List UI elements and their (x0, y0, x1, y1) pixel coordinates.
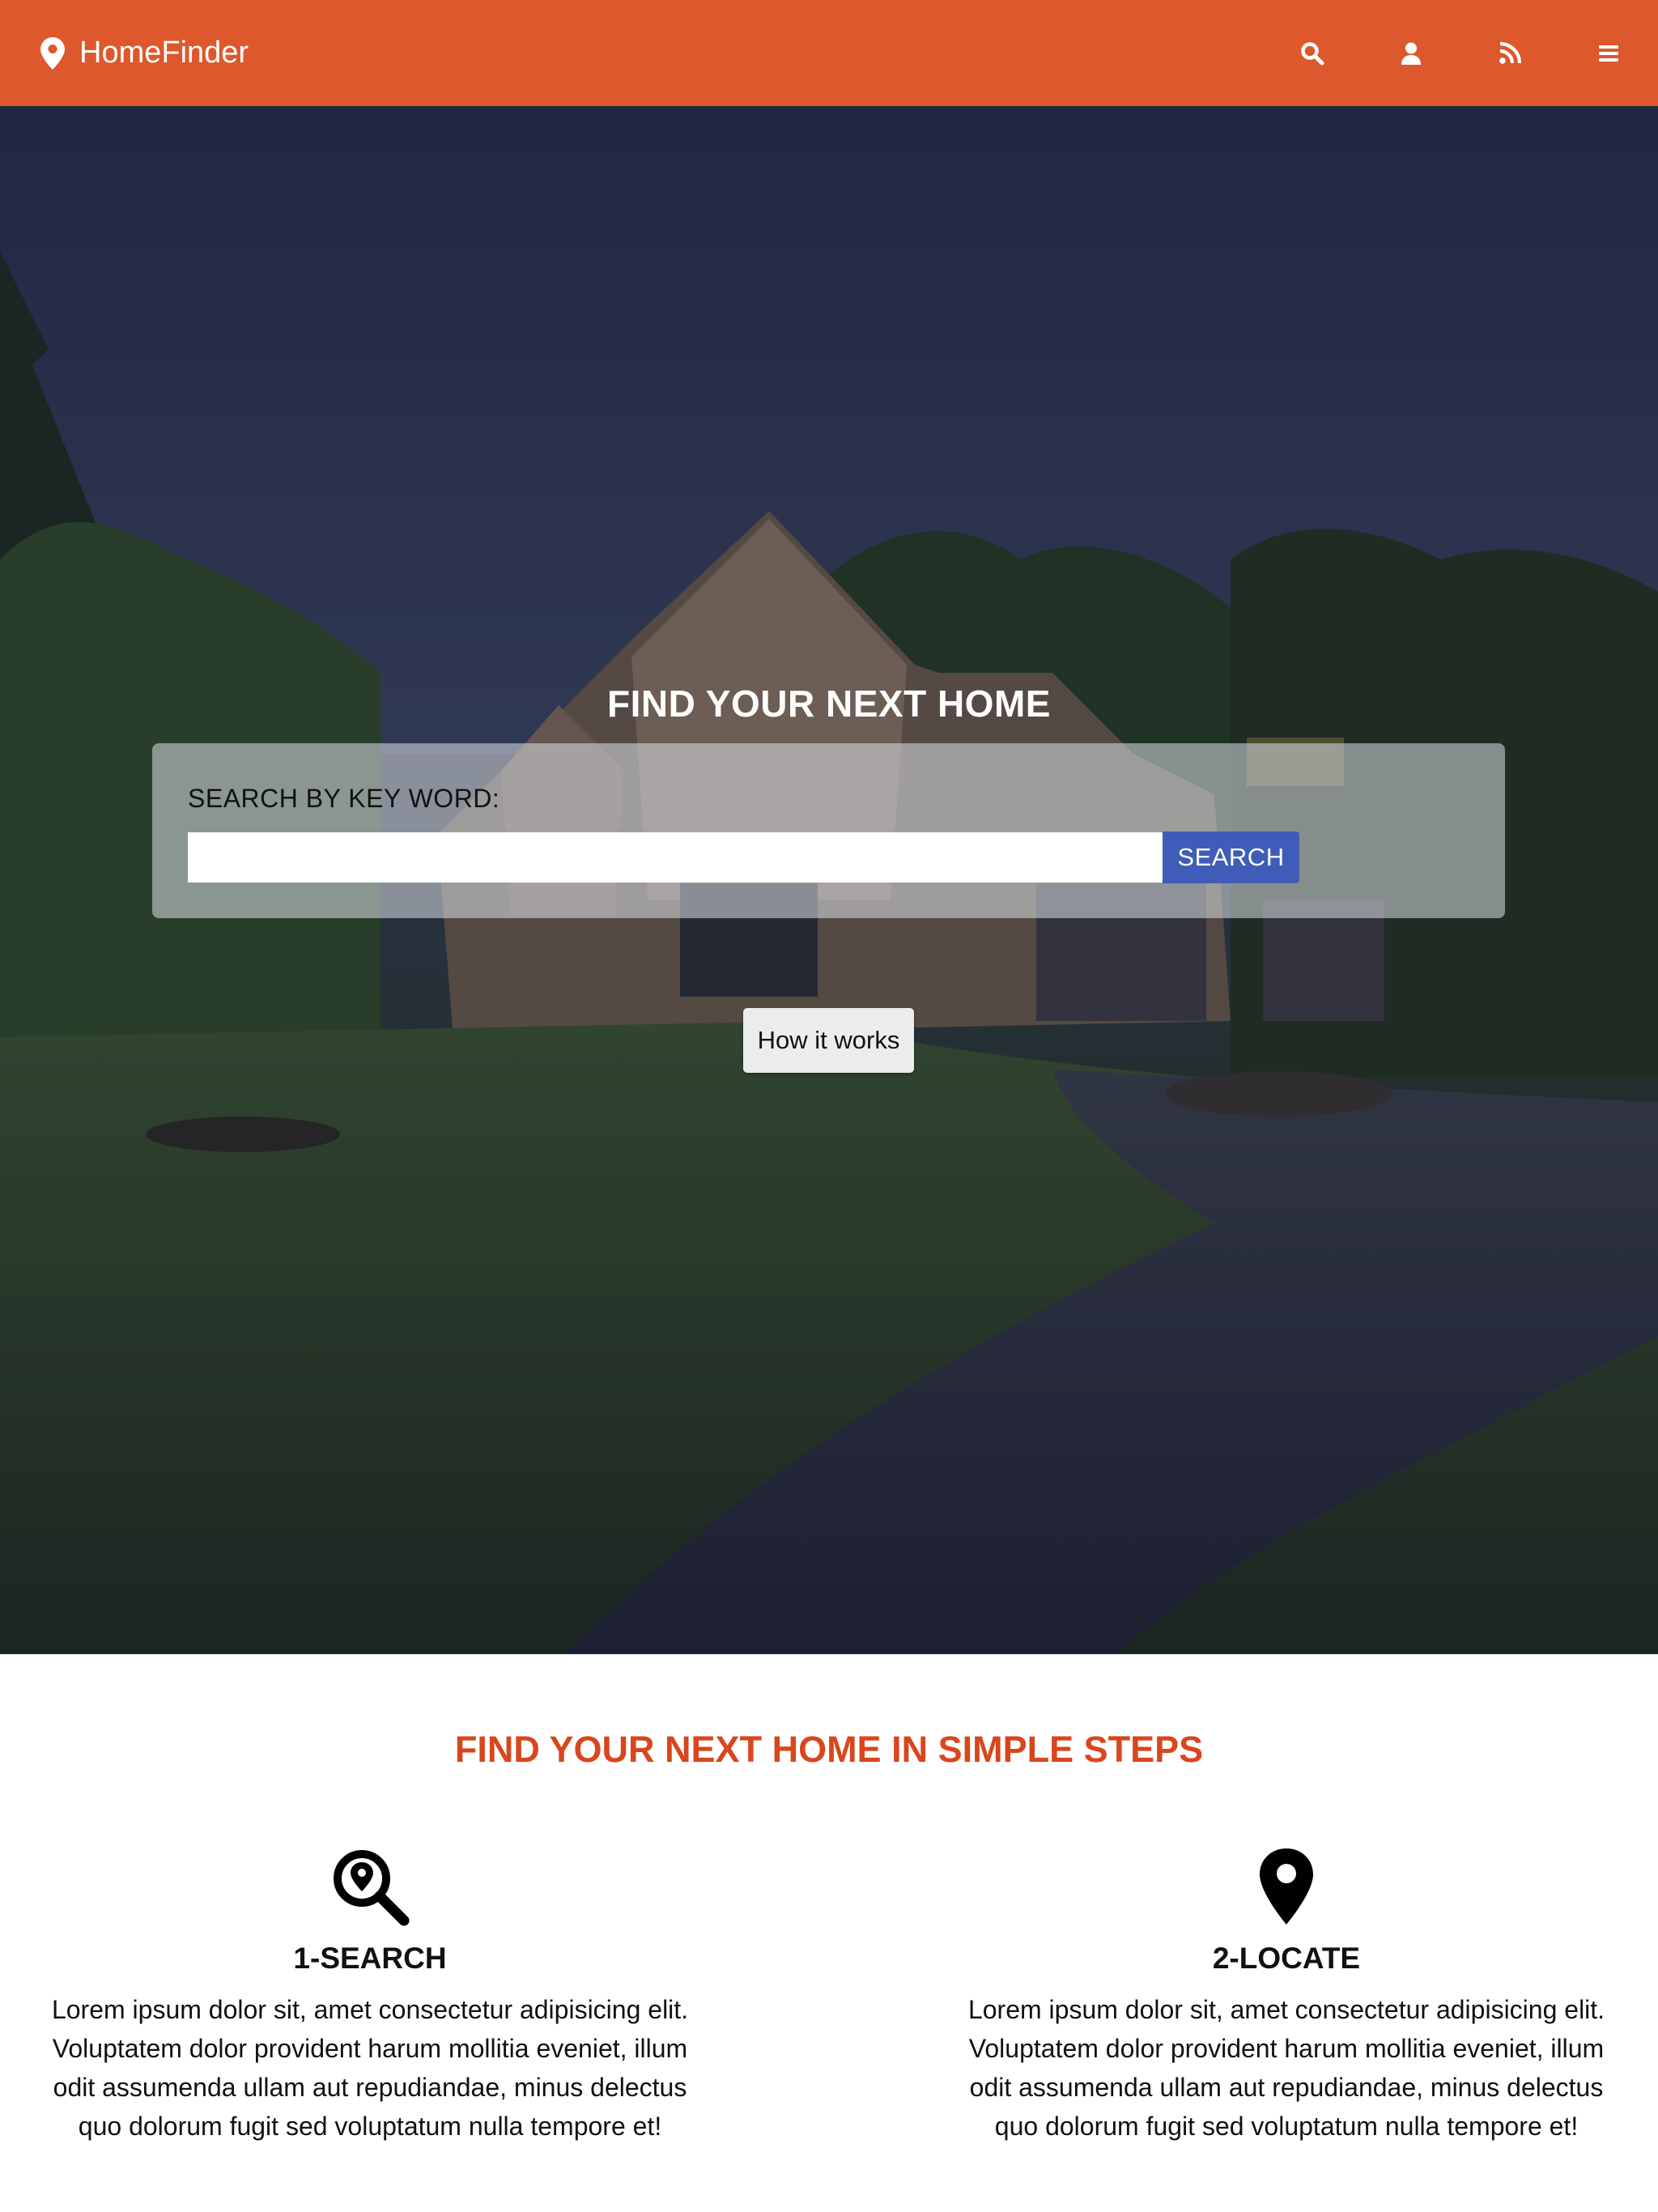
nav-search-button[interactable] (1263, 0, 1362, 106)
top-navbar: HomeFinder (0, 0, 1658, 106)
map-marker-icon (40, 36, 65, 70)
search-input[interactable] (188, 832, 1163, 883)
search-button[interactable]: SEARCH (1163, 832, 1299, 883)
steps-section-title: FIND YOUR NEXT HOME IN SIMPLE STEPS (454, 1729, 1204, 1770)
menu-icon (1599, 45, 1618, 62)
nav-user-button[interactable] (1362, 0, 1460, 106)
step-card-locate: 2-LOCATE Lorem ipsum dolor sit, amet con… (954, 1846, 1618, 2146)
nav-icon-bar (1263, 0, 1658, 106)
search-panel: SEARCH BY KEY WORD: SEARCH (152, 743, 1505, 918)
step-heading: 2-LOCATE (1212, 1942, 1361, 1975)
hero-title: FIND YOUR NEXT HOME (607, 683, 1051, 725)
search-location-icon (334, 1850, 410, 1926)
nav-menu-button[interactable] (1559, 0, 1658, 106)
step-heading: 1-SEARCH (293, 1942, 447, 1975)
search-label: SEARCH BY KEY WORD: (188, 784, 500, 813)
user-icon (1401, 42, 1421, 65)
step-description: Lorem ipsum dolor sit, amet consectetur … (967, 1995, 1605, 2141)
how-it-works-button[interactable]: How it works (743, 1008, 914, 1073)
step-description: Lorem ipsum dolor sit, amet consectetur … (51, 1995, 689, 2141)
search-icon (1301, 41, 1324, 65)
brand-name: HomeFinder (79, 36, 249, 70)
brand-link[interactable]: HomeFinder (40, 0, 249, 106)
hero-section: FIND YOUR NEXT HOME SEARCH BY KEY WORD: … (0, 106, 1658, 1654)
nav-rss-button[interactable] (1460, 0, 1559, 106)
map-marker-icon (1260, 1848, 1313, 1925)
rss-icon (1499, 41, 1522, 64)
step-card-search: 1-SEARCH Lorem ipsum dolor sit, amet con… (38, 1846, 702, 2146)
